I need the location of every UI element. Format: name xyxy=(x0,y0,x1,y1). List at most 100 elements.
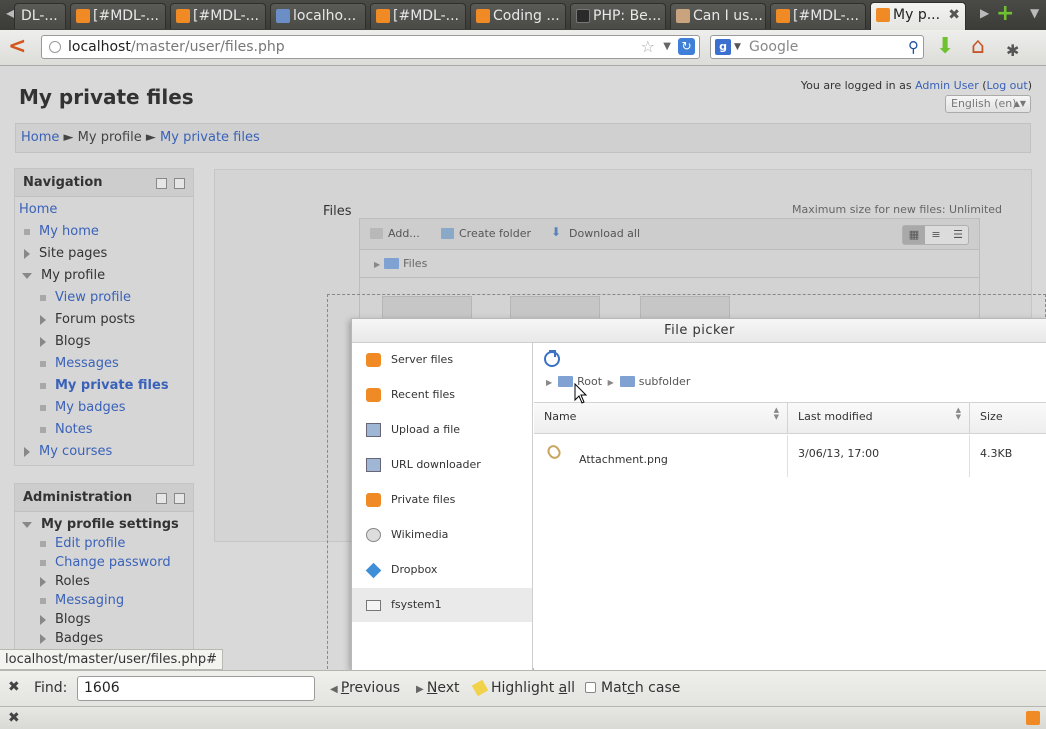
browser-tab-active[interactable]: My p... ✖ xyxy=(870,2,966,30)
find-previous-button[interactable]: ◀ Previous xyxy=(330,680,400,696)
list-view-icon[interactable]: ≡ xyxy=(925,226,947,244)
nav-label: Notes xyxy=(55,422,93,437)
nav-item-blogs[interactable]: Blogs xyxy=(40,334,91,349)
browser-tab[interactable]: [#MDL-... xyxy=(770,3,866,29)
reload-icon[interactable]: ↻ xyxy=(678,38,695,55)
tab-label: [#MDL-... xyxy=(393,8,460,24)
browser-tab[interactable]: PHP: Be... xyxy=(570,3,666,29)
moodle-icon[interactable] xyxy=(1026,711,1040,725)
nav-item-site-pages[interactable]: Site pages xyxy=(24,246,107,261)
downloads-arrow-icon[interactable]: ⬇ xyxy=(936,35,954,59)
repo-dropbox[interactable]: Dropbox xyxy=(352,553,532,587)
logout-link[interactable]: Log out xyxy=(987,79,1028,92)
admin-item-blogs[interactable]: Blogs xyxy=(40,612,91,627)
create-folder-button[interactable]: Create folder xyxy=(441,227,531,240)
path-subfolder[interactable]: subfolder xyxy=(639,375,691,388)
admin-item-profile-settings[interactable]: My profile settings xyxy=(22,517,179,532)
nav-item-my-courses[interactable]: My courses xyxy=(24,444,112,459)
breadcrumb-current[interactable]: My private files xyxy=(160,130,260,145)
nav-label: Badges xyxy=(55,631,104,646)
browser-tab[interactable]: DL-... xyxy=(14,3,66,29)
search-icon[interactable]: ⚲ xyxy=(908,36,919,58)
file-name-cell[interactable]: Attachment.png xyxy=(534,435,788,477)
nav-item-home[interactable]: Home xyxy=(19,202,57,217)
sort-icon: ▲ ▼ xyxy=(955,406,961,421)
nav-item-my-badges[interactable]: My badges xyxy=(40,400,126,415)
minimize-block-icon[interactable] xyxy=(156,493,167,504)
back-arrow-icon[interactable]: < xyxy=(8,35,26,59)
repo-url-downloader[interactable]: URL downloader xyxy=(352,448,532,482)
bookmark-star-icon[interactable]: ☆ xyxy=(641,36,655,58)
download-all-button[interactable]: ⬇ Download all xyxy=(551,225,640,240)
path-root[interactable]: Files xyxy=(403,257,427,270)
dock-block-icon[interactable] xyxy=(174,493,185,504)
admin-item-edit-profile[interactable]: Edit profile xyxy=(40,536,125,551)
nav-label: My badges xyxy=(55,400,126,415)
search-engine-chevron-icon[interactable]: ▼ xyxy=(734,36,741,58)
repo-recent-files[interactable]: Recent files xyxy=(352,378,532,412)
nav-item-my-home[interactable]: My home xyxy=(24,224,99,239)
filemanager-path: ▶ Files xyxy=(359,250,980,278)
admin-item-messaging[interactable]: Messaging xyxy=(40,593,124,608)
tab-label: My p... xyxy=(893,7,941,23)
tab-label: Can I us... xyxy=(693,8,763,24)
browser-tab[interactable]: [#MDL-... xyxy=(170,3,266,29)
repo-private-files[interactable]: Private files xyxy=(352,483,532,517)
google-engine-icon[interactable]: g xyxy=(715,39,731,55)
column-name[interactable]: Name ▲ ▼ xyxy=(534,403,788,433)
column-last-modified[interactable]: Last modified ▲ ▼ xyxy=(788,403,970,433)
browser-tab[interactable]: [#MDL-... xyxy=(70,3,166,29)
tab-scroll-right-icon[interactable]: ▶ xyxy=(980,6,989,20)
repo-label: Recent files xyxy=(391,388,455,401)
addon-bug-icon[interactable]: ✱ xyxy=(1006,39,1019,63)
nav-item-my-private-files[interactable]: My private files xyxy=(40,378,169,393)
dock-block-icon[interactable] xyxy=(174,178,185,189)
admin-item-change-password[interactable]: Change password xyxy=(40,555,171,570)
new-tab-icon[interactable]: + xyxy=(996,3,1014,25)
nav-item-notes[interactable]: Notes xyxy=(40,422,93,437)
nav-item-view-profile[interactable]: View profile xyxy=(40,290,131,305)
browser-tab[interactable]: localho... xyxy=(270,3,366,29)
close-find-bar-icon[interactable]: ✖ xyxy=(8,679,20,695)
user-link[interactable]: Admin User xyxy=(915,79,979,92)
browser-tab[interactable]: Coding ... xyxy=(470,3,566,29)
nav-item-forum-posts[interactable]: Forum posts xyxy=(40,312,135,327)
file-picker-title[interactable]: File picker xyxy=(352,319,1046,343)
tree-view-icon[interactable]: ☰ xyxy=(947,226,969,244)
tab-label: localho... xyxy=(293,8,357,24)
table-row[interactable]: Attachment.png 3/06/13, 17:00 4.3KB xyxy=(534,435,1046,477)
nav-item-messages[interactable]: Messages xyxy=(40,356,119,371)
search-bar[interactable]: g ▼ Google ⚲ xyxy=(710,35,924,59)
close-addon-bar-icon[interactable]: ✖ xyxy=(8,710,20,726)
repo-fsystem1[interactable]: fsystem1 xyxy=(352,588,532,622)
nav-item-my-profile[interactable]: My profile xyxy=(22,268,105,283)
repo-wikimedia[interactable]: Wikimedia xyxy=(352,518,532,552)
browser-tab[interactable]: [#MDL-... xyxy=(370,3,466,29)
refresh-icon[interactable] xyxy=(544,350,560,367)
minimize-block-icon[interactable] xyxy=(156,178,167,189)
match-case-checkbox[interactable]: Match case xyxy=(585,680,680,696)
icon-view-icon[interactable]: ▦ xyxy=(903,226,925,244)
repo-upload-file[interactable]: Upload a file xyxy=(352,413,532,447)
repo-server-files[interactable]: Server files xyxy=(352,343,532,377)
find-next-button[interactable]: ▶ Next xyxy=(416,680,460,696)
close-tab-icon[interactable]: ✖ xyxy=(948,3,960,27)
column-size[interactable]: Size xyxy=(970,403,1046,433)
home-icon[interactable]: ⌂ xyxy=(971,35,985,59)
add-file-button[interactable]: Add... xyxy=(370,227,420,240)
administration-block-header: Administration xyxy=(15,484,193,512)
admin-item-roles[interactable]: Roles xyxy=(40,574,90,589)
browser-tab[interactable]: Can I us... xyxy=(670,3,766,29)
bullet-icon xyxy=(40,559,46,566)
highlight-all-button[interactable]: Highlight all xyxy=(471,679,575,697)
tab-list-icon[interactable]: ▼ xyxy=(1030,6,1039,20)
find-input[interactable]: 1606 xyxy=(77,676,315,701)
language-select[interactable]: English (en) ▲▼ xyxy=(945,95,1031,113)
login-info: You are logged in as Admin User (Log out… xyxy=(801,79,1032,92)
admin-item-badges[interactable]: Badges xyxy=(40,631,103,646)
url-bar[interactable]: localhost/master/user/files.php ☆ ▼ ↻ xyxy=(41,35,700,59)
breadcrumb-home[interactable]: Home xyxy=(21,130,59,145)
file-browser: ▶ Root ▶ subfolder Name ▲ ▼ Last modified ▲ ▼ … xyxy=(534,343,1046,670)
url-history-chevron-icon[interactable]: ▼ xyxy=(663,36,671,58)
navigation-block-title: Navigation xyxy=(23,175,103,190)
